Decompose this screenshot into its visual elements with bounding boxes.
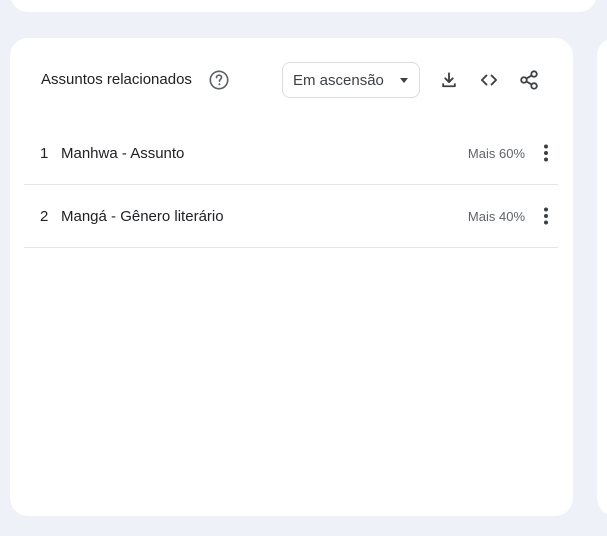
related-topics-list: 1 Manhwa - Assunto Mais 60% 2 Mangá - Gê…	[24, 122, 558, 248]
item-label[interactable]: Manhwa - Assunto	[61, 145, 184, 162]
adjacent-card	[597, 38, 607, 516]
filter-select-value: Em ascensão	[293, 71, 384, 89]
caret-down-icon	[400, 78, 408, 83]
filter-select[interactable]: Em ascensão	[282, 62, 420, 98]
item-label[interactable]: Mangá - Gênero literário	[61, 208, 224, 225]
item-rank: 2	[40, 208, 49, 225]
download-icon[interactable]	[437, 68, 461, 92]
item-value: Mais 60%	[467, 146, 525, 161]
card-header: Assuntos relacionados Em ascensão	[10, 38, 573, 122]
share-icon[interactable]	[517, 68, 541, 92]
more-vert-icon[interactable]	[536, 204, 556, 228]
item-value: Mais 40%	[467, 209, 525, 224]
item-rank: 1	[40, 145, 49, 162]
list-item[interactable]: 1 Manhwa - Assunto Mais 60%	[24, 122, 558, 185]
more-vert-icon[interactable]	[536, 141, 556, 165]
list-item[interactable]: 2 Mangá - Gênero literário Mais 40%	[24, 185, 558, 248]
card-title: Assuntos relacionados	[41, 71, 192, 88]
embed-code-icon[interactable]	[477, 68, 501, 92]
related-topics-card: Assuntos relacionados Em ascensão 1 Manh…	[10, 38, 573, 516]
help-icon[interactable]	[208, 69, 230, 91]
previous-card	[10, 0, 597, 12]
